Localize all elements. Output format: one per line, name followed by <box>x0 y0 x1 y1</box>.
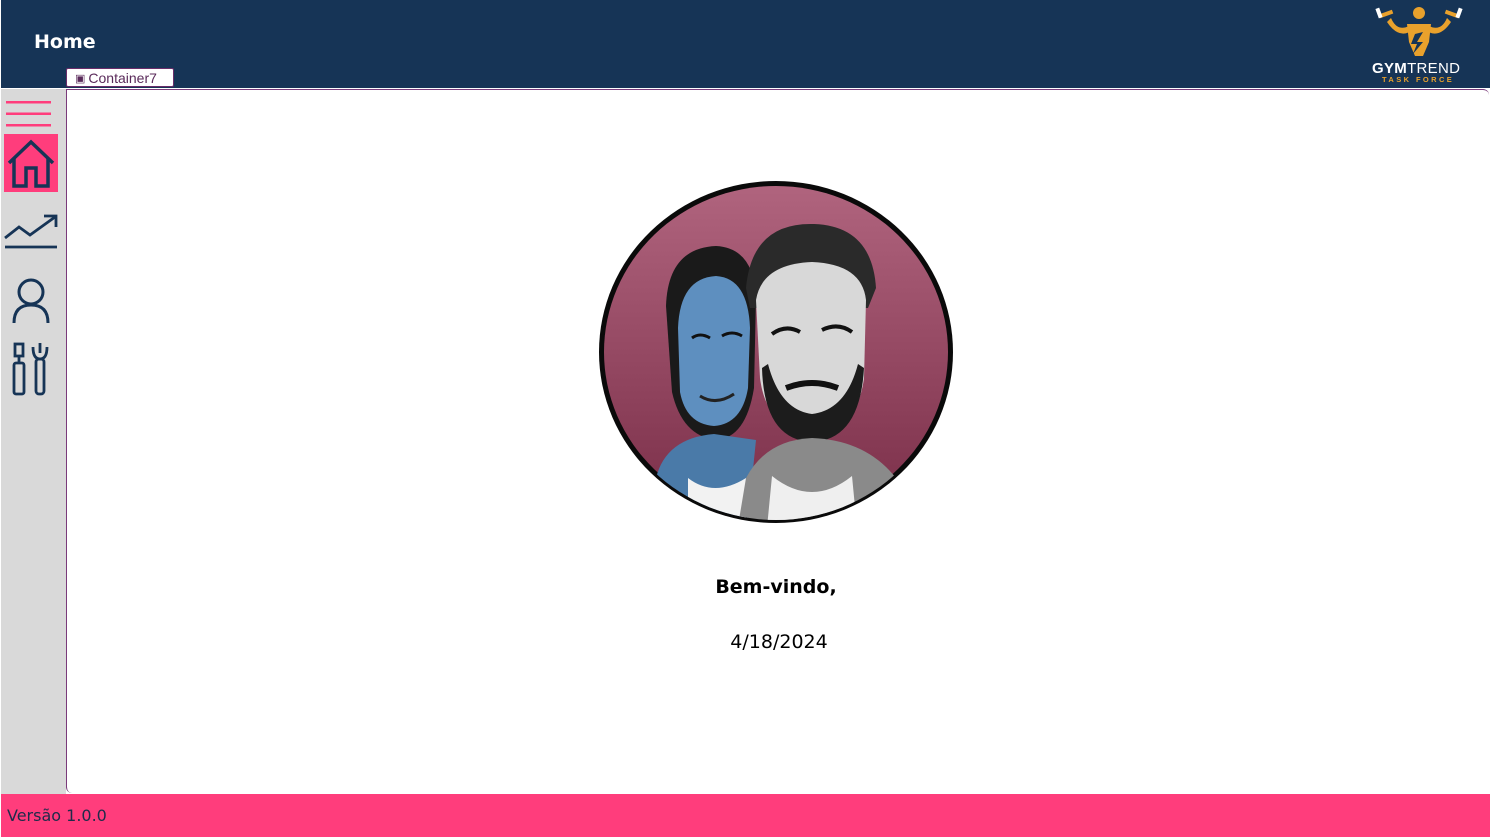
bodybuilder-logo-icon <box>1375 7 1463 56</box>
page-title: Home <box>34 31 96 53</box>
sidebar <box>1 89 66 794</box>
app-header: Home GYMTREND TASK FORCE <box>1 0 1490 88</box>
version-label: Versão 1.0.0 <box>7 806 107 825</box>
user-icon <box>12 278 50 324</box>
tools-icon <box>12 342 49 396</box>
home-icon <box>7 139 55 188</box>
welcome-message: Bem-vindo, <box>715 576 837 598</box>
nav-item-profile[interactable] <box>4 272 58 330</box>
nav-item-settings[interactable] <box>4 339 58 397</box>
gymtrend-logo: GYMTREND TASK FORCE <box>1369 2 1469 86</box>
current-date: 4/18/2024 <box>730 631 828 653</box>
container-icon: ▣ <box>75 73 86 85</box>
trending-chart-icon <box>4 214 58 249</box>
container-tag-label: Container7 <box>88 70 157 86</box>
logo-tagline: TASK FORCE <box>1382 75 1455 84</box>
nav-item-analytics[interactable] <box>4 203 58 261</box>
menu-icon <box>6 101 51 127</box>
profile-avatar-image <box>599 181 953 523</box>
nav-item-home[interactable] <box>4 134 58 192</box>
footer-bar: Versão 1.0.0 <box>1 794 1490 837</box>
container-tag[interactable]: ▣ Container7 <box>66 68 174 87</box>
hamburger-menu-button[interactable] <box>6 100 51 128</box>
